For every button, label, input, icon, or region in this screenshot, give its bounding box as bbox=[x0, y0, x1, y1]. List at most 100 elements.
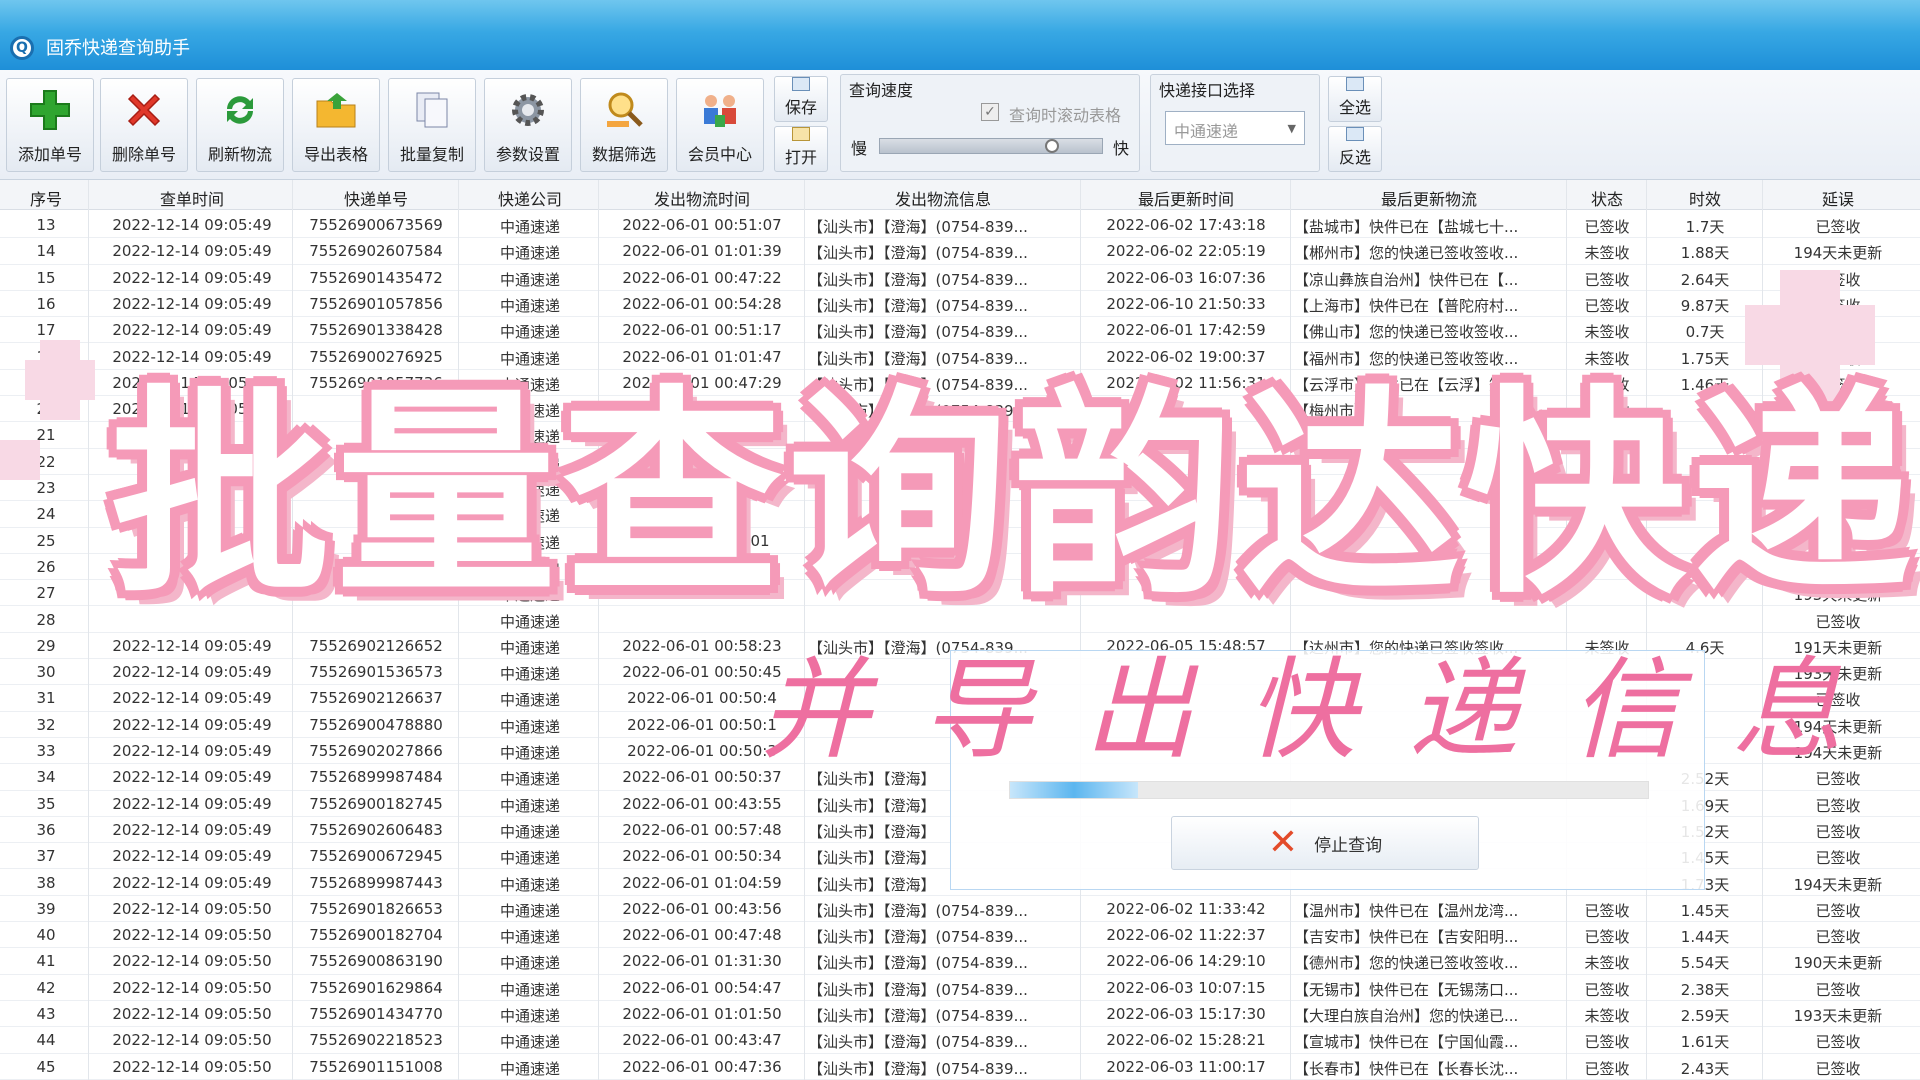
column-header[interactable]: 发出物流信息 bbox=[808, 186, 1078, 210]
column-header[interactable]: 最后更新时间 bbox=[1084, 186, 1288, 210]
column-header[interactable]: 序号 bbox=[10, 186, 82, 210]
table-row[interactable]: 40 2022-12-14 09:05:50 75526900182704 中通速递 2… bbox=[0, 922, 1920, 949]
table-row[interactable]: 14 2022-12-14 09:05:49 75526902607584 中通速递 2… bbox=[0, 238, 1920, 265]
table-cell: 17 bbox=[36, 321, 56, 340]
table-cell: 中通速递 bbox=[499, 218, 560, 236]
speed-slider-thumb[interactable] bbox=[1045, 139, 1059, 153]
speed-slider[interactable] bbox=[879, 138, 1103, 154]
table-cell: 2022-12-14 09:05:49 bbox=[112, 820, 272, 839]
column-header[interactable]: 延误 bbox=[1766, 186, 1910, 210]
table-cell: 中通速递 bbox=[499, 954, 560, 973]
table-row[interactable]: 16 2022-12-14 09:05:49 75526901057856 中通速递 2… bbox=[0, 291, 1920, 318]
table-row[interactable]: 42 2022-12-14 09:05:50 75526901629864 中通速递 2… bbox=[0, 975, 1920, 1001]
table-cell: 【汕头市】【澄海】(0754-839... bbox=[808, 1033, 1028, 1052]
column-header[interactable]: 发出物流时间 bbox=[602, 186, 802, 210]
api-select-title: 快递接口选择 bbox=[1159, 81, 1256, 100]
table-cell: 已签收 bbox=[1584, 270, 1630, 289]
batch-copy-label: 批量复制 bbox=[399, 145, 464, 164]
select-all-icon bbox=[1346, 77, 1364, 91]
table-cell: 75526902126652 bbox=[309, 636, 443, 655]
table-row[interactable]: 43 2022-12-14 09:05:50 75526901434770 中通速递 2… bbox=[0, 1001, 1920, 1028]
member-center-label: 会员中心 bbox=[687, 145, 752, 164]
table-cell: 【汕头市】【澄海】(0754-839... bbox=[808, 1007, 1028, 1025]
add-tracking-button[interactable]: 添加单号 bbox=[6, 78, 94, 172]
table-cell: 2022-12-14 09:05:50 bbox=[112, 899, 272, 918]
invert-select-button[interactable]: 反选 bbox=[1328, 126, 1382, 172]
table-cell: 43 bbox=[36, 1005, 56, 1023]
data-filter-button[interactable]: 数据筛选 bbox=[580, 78, 668, 172]
table-cell: 27 bbox=[36, 584, 56, 603]
table-cell: 未签收 bbox=[1584, 1007, 1630, 1025]
table-cell: 75526901057856 bbox=[309, 294, 443, 313]
table-cell: 2022-12-14 09:05:49 bbox=[112, 663, 272, 682]
select-all-label: 全选 bbox=[1338, 98, 1371, 117]
tracking-table[interactable]: 序号 查单时间 快递单号 快递公司 发出物流时间 发出物流信息 最后更新时间 最后更新物流 状态… bbox=[0, 180, 1920, 1080]
table-cell: 已签收 bbox=[1815, 218, 1861, 236]
table-cell: 42 bbox=[36, 978, 56, 997]
table-cell: 中通速递 bbox=[499, 323, 560, 342]
table-cell: 已签收 bbox=[1815, 1059, 1861, 1078]
courier-api-select[interactable]: 中通速递 ▼ bbox=[1165, 111, 1305, 145]
table-cell: 【汕头市】【澄海】(0754-839... bbox=[808, 901, 1028, 920]
table-cell: 【汕头市】【澄海】(0754-839... bbox=[808, 349, 1028, 368]
table-row[interactable]: 182022-12-14 09:05:4975526900276925中通速递2… bbox=[0, 344, 1920, 370]
delete-x-icon bbox=[121, 87, 167, 133]
settings-label: 参数设置 bbox=[495, 145, 560, 164]
table-cell: 【佛山市】您的快递已签收签收... bbox=[1294, 323, 1519, 342]
refresh-button[interactable]: 刷新物流 bbox=[196, 78, 284, 172]
table-cell: 2022-12-14 09:05:49 bbox=[112, 294, 272, 313]
table-cell: 已签收 bbox=[1815, 928, 1861, 947]
table-cell: 75526902027866 bbox=[309, 742, 443, 760]
table-cell: 已签收 bbox=[1584, 218, 1630, 236]
table-cell: 已签收 bbox=[1584, 296, 1630, 315]
table-cell: 未签收 bbox=[1584, 349, 1630, 368]
table-cell: 2022-06-03 10:07:15 bbox=[1106, 978, 1266, 997]
table-row[interactable]: 45 2022-12-14 09:05:50 75526901151008 中通速递 2… bbox=[0, 1054, 1920, 1080]
table-cell: 2022-06-01 00:51:07 bbox=[622, 216, 782, 234]
add-tracking-label: 添加单号 bbox=[17, 145, 82, 164]
column-header[interactable]: 时效 bbox=[1650, 186, 1760, 210]
table-cell: 39 bbox=[36, 899, 56, 918]
table-cell: 2022-06-01 00:54:28 bbox=[622, 294, 782, 313]
sparkle-decoration bbox=[25, 360, 95, 400]
save-button[interactable]: 保存 bbox=[774, 76, 828, 122]
table-row[interactable]: 15 2022-12-14 09:05:49 75526901435472 中通速递 2… bbox=[0, 265, 1920, 291]
table-cell: 44 bbox=[36, 1031, 56, 1050]
table-cell: 中通速递 bbox=[499, 980, 560, 999]
delete-tracking-button[interactable]: 删除单号 bbox=[100, 78, 188, 172]
table-cell: 75526900182704 bbox=[309, 926, 443, 945]
table-cell: 2022-06-01 00:47:22 bbox=[622, 268, 782, 287]
table-cell: 2022-06-01 01:01:39 bbox=[622, 242, 782, 261]
table-row[interactable]: 17 2022-12-14 09:05:49 75526901338428 中通速递 2… bbox=[0, 317, 1920, 344]
table-row[interactable]: 39 2022-12-14 09:05:50 75526901826653 中通速递 2… bbox=[0, 896, 1920, 923]
export-button[interactable]: 导出表格 bbox=[292, 78, 380, 172]
batch-copy-button[interactable]: 批量复制 bbox=[388, 78, 476, 172]
table-cell: 【汕头市】【澄海】(0754-839... bbox=[808, 218, 1028, 236]
scroll-table-label: 查询时滚动表格 bbox=[1009, 106, 1122, 125]
column-header[interactable]: 快递公司 bbox=[462, 186, 598, 210]
table-cell: 5.54天 bbox=[1680, 954, 1730, 973]
export-label: 导出表格 bbox=[303, 145, 368, 164]
table-cell: 24 bbox=[36, 505, 56, 524]
settings-button[interactable]: 参数设置 bbox=[484, 78, 572, 172]
column-header[interactable]: 查单时间 bbox=[92, 186, 292, 210]
column-header[interactable]: 最后更新物流 bbox=[1294, 186, 1564, 210]
member-center-button[interactable]: 会员中心 bbox=[676, 78, 764, 172]
table-cell: 14 bbox=[36, 242, 56, 261]
column-header[interactable]: 状态 bbox=[1570, 186, 1644, 210]
table-cell: 【郴州市】您的快递已签收签收... bbox=[1294, 244, 1519, 263]
stop-query-button[interactable]: ✕ 停止查询 bbox=[1171, 816, 1479, 870]
table-cell: 2022-12-14 09:05:50 bbox=[112, 926, 272, 945]
table-cell: 【汕头市】【澄海】(0754-839... bbox=[808, 244, 1028, 263]
table-row[interactable]: 41 2022-12-14 09:05:50 75526900863190 中通速递 2… bbox=[0, 948, 1920, 975]
select-all-button[interactable]: 全选 bbox=[1328, 76, 1382, 122]
table-cell: 2022-12-14 09:05:49 bbox=[112, 242, 272, 261]
table-row[interactable]: 44 2022-12-14 09:05:50 75526902218523 中通速递 2… bbox=[0, 1027, 1920, 1054]
column-header[interactable]: 快递单号 bbox=[296, 186, 456, 210]
open-button[interactable]: 打开 bbox=[774, 126, 828, 172]
scroll-table-checkbox[interactable]: ✓ bbox=[981, 103, 999, 121]
table-cell: 75526902126637 bbox=[309, 689, 443, 708]
table-row[interactable]: 13 2022-12-14 09:05:49 75526900673569 中通速递 2… bbox=[0, 212, 1920, 239]
table-cell: 1.7天 bbox=[1685, 218, 1725, 236]
table-cell: 中通速递 bbox=[499, 875, 560, 894]
